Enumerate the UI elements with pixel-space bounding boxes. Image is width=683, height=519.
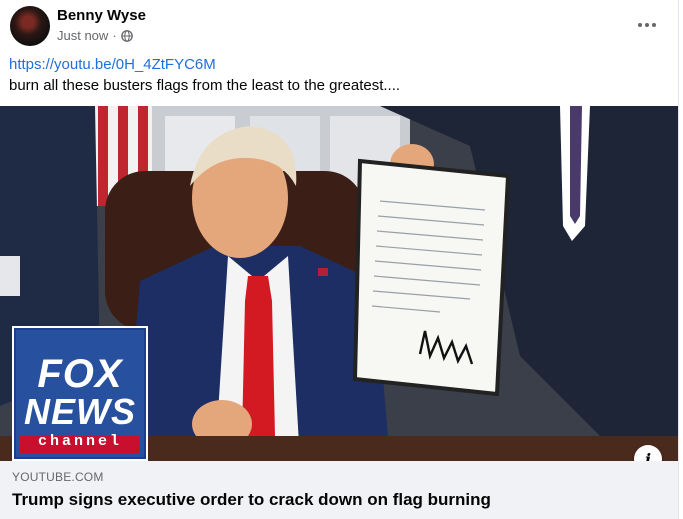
youtube-link[interactable]: https://youtu.be/0H_4ZtFYC6M xyxy=(9,56,216,73)
video-thumbnail[interactable]: FOX NEWS channel xyxy=(0,106,678,461)
link-domain: YOUTUBE.COM xyxy=(12,470,104,484)
author-name[interactable]: Benny Wyse xyxy=(57,7,146,24)
more-horizontal-icon xyxy=(638,23,656,27)
fox-logo-text: FOX NEWS channel xyxy=(16,354,144,449)
link-headline[interactable]: Trump signs executive order to crack dow… xyxy=(12,490,491,510)
link-preview-card[interactable]: YOUTUBE.COM Trump signs executive order … xyxy=(0,461,678,519)
feed-post: Benny Wyse Just now · https://youtu.be/0… xyxy=(0,0,679,519)
post-caption: burn all these busters flags from the le… xyxy=(9,77,401,94)
globe-icon[interactable] xyxy=(120,29,133,42)
fox-logo-word-3: channel xyxy=(37,433,122,450)
fox-logo-word-1: FOX xyxy=(37,352,123,396)
post-timestamp[interactable]: Just now xyxy=(57,28,108,43)
meta-separator: · xyxy=(112,28,117,43)
avatar[interactable] xyxy=(10,6,50,46)
fox-logo-word-2: NEWS xyxy=(24,391,136,432)
post-meta: Just now · xyxy=(57,28,133,43)
post-header: Benny Wyse Just now · xyxy=(0,0,678,52)
more-options-button[interactable] xyxy=(629,10,665,40)
